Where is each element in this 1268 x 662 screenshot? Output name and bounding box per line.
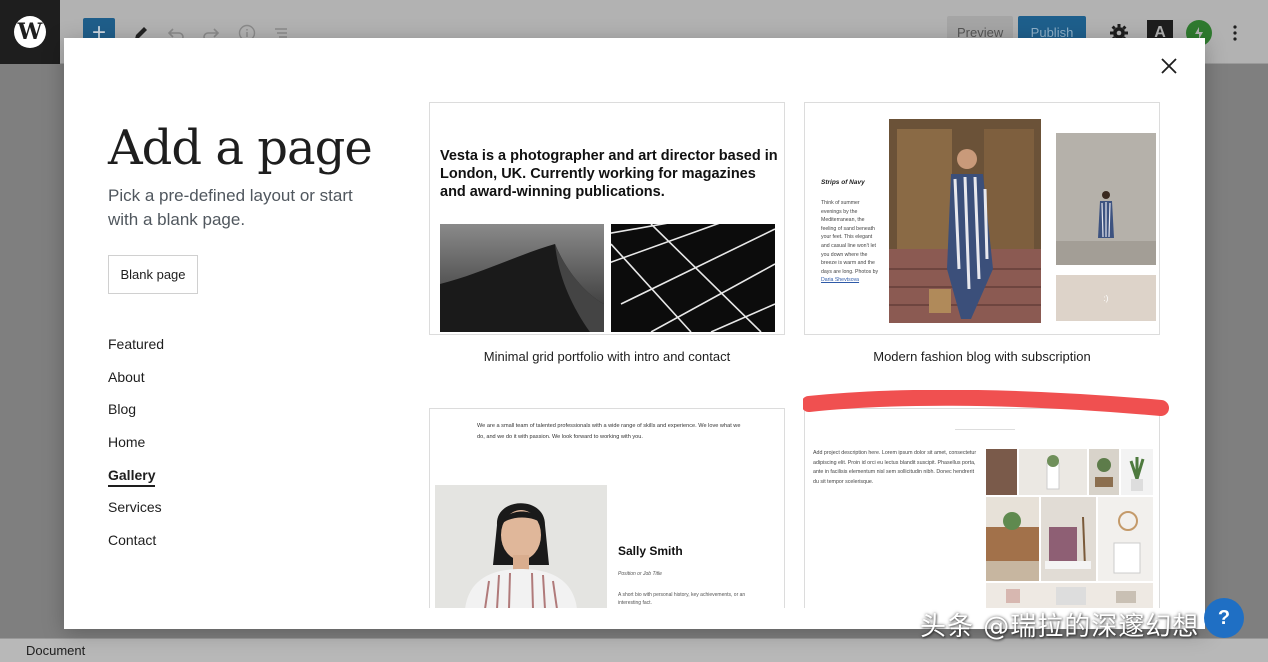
page-title: Add a page xyxy=(108,120,373,176)
add-page-modal: Add a page Pick a pre-defined layout or … xyxy=(64,38,1205,629)
gallery-image xyxy=(986,497,1039,581)
category-services[interactable]: Services xyxy=(108,495,164,528)
decorative-block: :) xyxy=(1056,275,1156,321)
category-list: Featured About Blog Home Gallery Service… xyxy=(108,332,164,561)
watermark-text: 头条 @瑞拉的深邃幻想 xyxy=(920,612,1200,642)
person-position: Position or Job Title xyxy=(618,571,662,577)
template-headline: Vesta is a photographer and art director… xyxy=(440,148,778,200)
photo-credit-link: Daria Shevtsova xyxy=(821,277,860,284)
category-about[interactable]: About xyxy=(108,365,164,398)
template-card-fashion-blog[interactable]: Strips of Navy Think of summer evenings … xyxy=(804,102,1160,335)
gallery-image xyxy=(1121,449,1153,495)
category-gallery[interactable]: Gallery xyxy=(108,463,164,496)
template-card-portfolio[interactable]: Vesta is a photographer and art director… xyxy=(429,102,785,335)
cables-photo xyxy=(611,224,775,332)
breadcrumb-document[interactable]: Document xyxy=(26,643,85,658)
fashion-photo-main xyxy=(889,119,1041,323)
category-contact[interactable]: Contact xyxy=(108,528,164,561)
template-caption-fashion-blog: Modern fashion blog with subscription xyxy=(873,349,1091,364)
divider xyxy=(955,429,1015,430)
template-card-gallery[interactable]: Add project description here. Lorem ipsu… xyxy=(804,408,1160,608)
fashion-photo-secondary xyxy=(1056,133,1156,265)
wordpress-icon: W xyxy=(14,16,46,48)
blank-page-button[interactable]: Blank page xyxy=(108,255,198,294)
project-description: Add project description here. Lorem ipsu… xyxy=(813,450,977,485)
person-portrait xyxy=(435,485,607,608)
team-intro-text: We are a small team of talented professi… xyxy=(477,423,741,440)
template-card-about[interactable]: We are a small team of talented professi… xyxy=(429,408,785,608)
post-title: Strips of Navy xyxy=(821,179,865,186)
gallery-image xyxy=(1098,497,1153,581)
category-featured[interactable]: Featured xyxy=(108,332,164,365)
gallery-image xyxy=(986,583,1153,608)
person-bio: A short bio with personal history, key a… xyxy=(618,592,746,606)
gallery-image xyxy=(1019,449,1087,495)
close-icon xyxy=(1161,58,1177,74)
dune-photo xyxy=(440,224,604,332)
post-text: Think of summer evenings by the Mediterr… xyxy=(821,200,879,284)
category-blog[interactable]: Blog xyxy=(108,397,164,430)
close-button[interactable] xyxy=(1155,52,1183,80)
gallery-image xyxy=(1041,497,1096,581)
more-options-icon[interactable] xyxy=(1222,20,1248,46)
person-name: Sally Smith xyxy=(618,544,683,558)
wordpress-logo[interactable]: W xyxy=(0,0,60,64)
category-home[interactable]: Home xyxy=(108,430,164,463)
help-icon[interactable]: ? xyxy=(1204,598,1244,638)
gallery-image xyxy=(1089,449,1119,495)
page-subtitle: Pick a pre-defined layout or start with … xyxy=(108,186,353,229)
gallery-image xyxy=(986,449,1017,495)
template-caption-portfolio: Minimal grid portfolio with intro and co… xyxy=(483,349,731,364)
